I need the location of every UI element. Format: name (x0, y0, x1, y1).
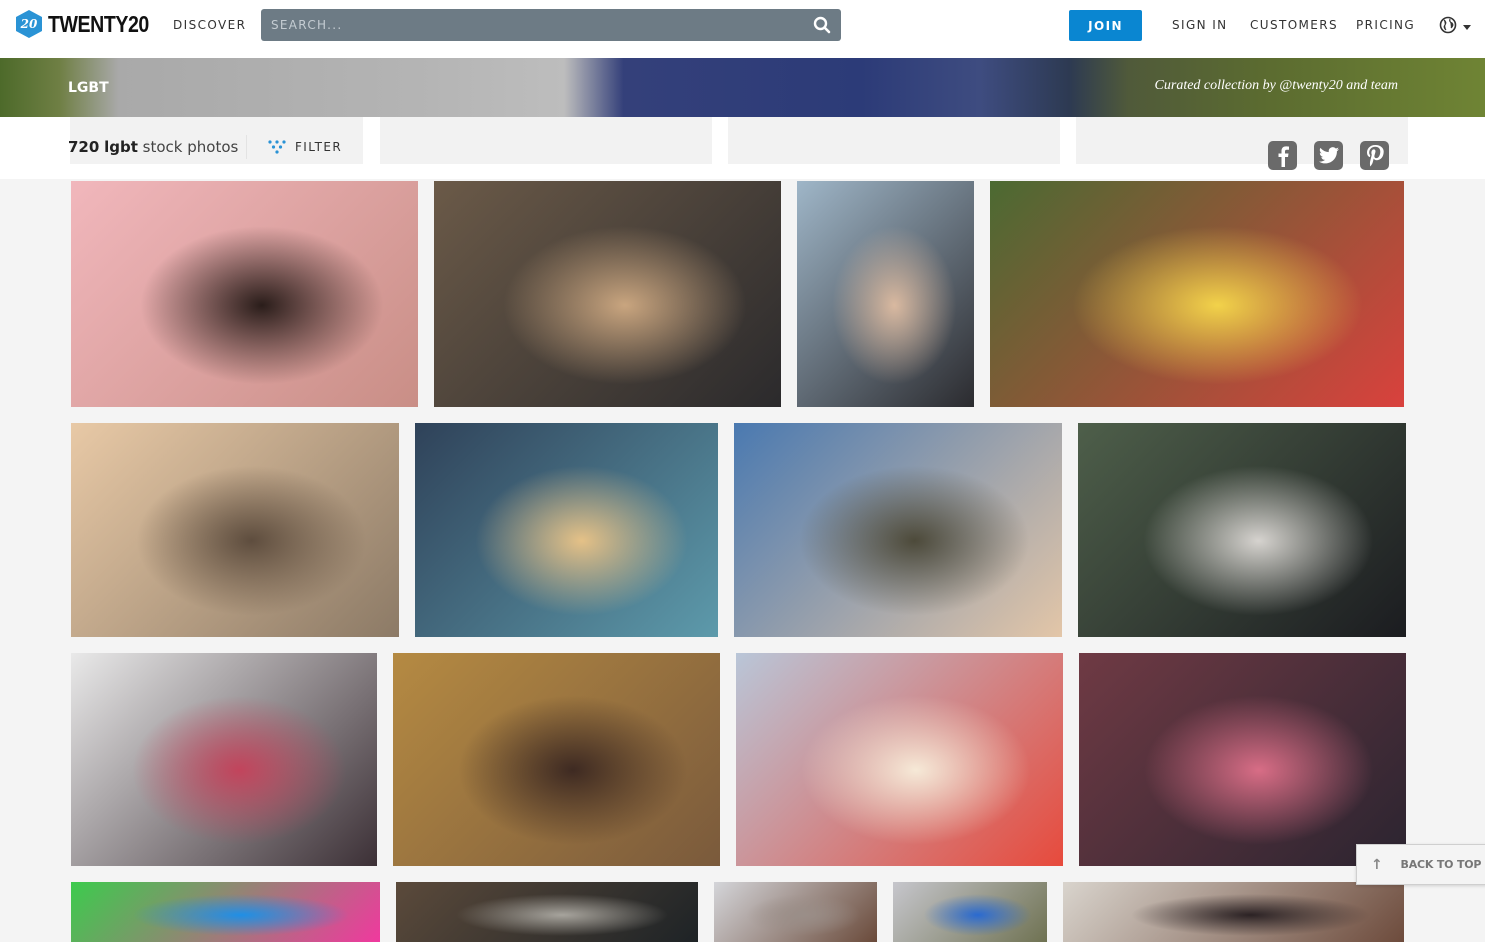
logo-badge-icon: 20 (16, 10, 42, 38)
search-input[interactable] (261, 9, 841, 41)
logo-text: TWENTY20 (48, 10, 149, 37)
photo-thumbnail[interactable] (1063, 882, 1404, 942)
divider (246, 135, 247, 159)
search-icon[interactable] (813, 16, 831, 34)
globe-icon (1439, 16, 1457, 34)
photo-thumbnail[interactable] (736, 653, 1063, 866)
photo-thumbnail[interactable] (797, 181, 974, 407)
facebook-icon (1278, 145, 1289, 167)
filter-icon (268, 140, 286, 154)
search-bar (261, 9, 841, 41)
photo-thumbnail[interactable] (893, 882, 1047, 942)
photo-thumbnail[interactable] (71, 423, 399, 637)
join-button[interactable]: JOIN (1069, 10, 1142, 41)
nav-customers[interactable]: CUSTOMERS (1250, 18, 1338, 32)
share-pinterest-button[interactable] (1360, 141, 1389, 170)
photo-thumbnail[interactable] (714, 882, 877, 942)
results-number: 720 (68, 138, 100, 156)
share-facebook-button[interactable] (1268, 141, 1297, 170)
ghost-strip (728, 117, 1060, 164)
nav-pricing[interactable]: PRICING (1356, 18, 1415, 32)
collection-credit: Curated collection by @twenty20 and team (1154, 78, 1398, 93)
photo-thumbnail[interactable] (71, 882, 380, 942)
photo-thumbnail[interactable] (734, 423, 1062, 637)
pinterest-icon (1366, 144, 1384, 166)
ghost-strip (380, 117, 712, 164)
twitter-icon (1318, 147, 1339, 164)
nav-discover[interactable]: DISCOVER (173, 18, 246, 32)
language-selector[interactable] (1439, 15, 1475, 35)
share-twitter-button[interactable] (1314, 141, 1343, 170)
collection-hero-banner: LGBT Curated collection by @twenty20 and… (0, 58, 1485, 117)
photo-thumbnail[interactable] (393, 653, 720, 866)
photo-thumbnail[interactable] (990, 181, 1404, 407)
photo-thumbnail[interactable] (434, 181, 781, 407)
nav-sign-in[interactable]: SIGN IN (1172, 18, 1228, 32)
chevron-down-icon (1463, 24, 1471, 30)
photo-thumbnail[interactable] (1079, 653, 1406, 866)
results-query: lgbt (104, 138, 138, 156)
photo-thumbnail[interactable] (396, 882, 698, 942)
photo-thumbnail[interactable] (71, 653, 377, 866)
photo-thumbnail[interactable] (71, 181, 418, 407)
ghost-strip (1076, 117, 1408, 164)
logo[interactable]: 20 TWENTY20 (16, 10, 167, 38)
results-suffix: stock photos (142, 138, 239, 156)
collection-title: LGBT (68, 80, 109, 96)
filter-label: FILTER (295, 140, 343, 154)
arrow-up-icon: ↑ (1371, 856, 1383, 873)
photo-thumbnail[interactable] (1078, 423, 1406, 637)
back-to-top-button[interactable]: ↑ BACK TO TOP (1356, 844, 1485, 885)
photo-thumbnail[interactable] (415, 423, 718, 637)
top-nav-bar: 20 TWENTY20 DISCOVER JOIN SIGN IN CUSTOM… (0, 0, 1485, 58)
filter-button[interactable]: FILTER (268, 140, 342, 154)
back-to-top-label: BACK TO TOP (1400, 858, 1482, 871)
results-count: 720 lgbt stock photos (68, 138, 238, 156)
results-toolbar: 720 lgbt stock photos FILTER (0, 117, 1485, 179)
